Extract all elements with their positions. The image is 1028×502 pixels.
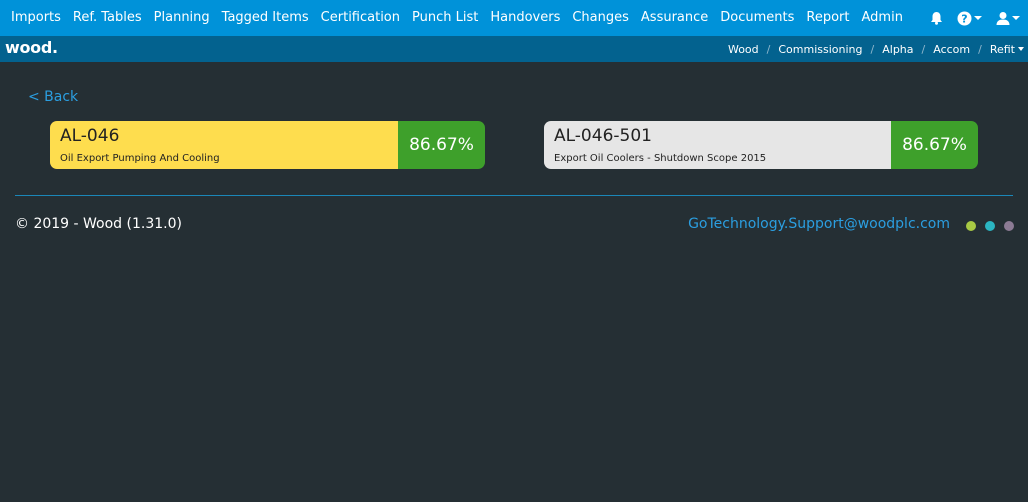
menu-item-planning[interactable]: Planning (148, 0, 216, 36)
status-dot-mauve (1004, 221, 1014, 231)
completion-percent: 86.67% (398, 121, 485, 169)
status-dot-green (966, 221, 976, 231)
card-description: Oil Export Pumping And Cooling (60, 153, 220, 164)
breadcrumb-wood[interactable]: Wood (728, 43, 759, 56)
wood-logo[interactable]: wood. (5, 38, 58, 57)
menu-item-admin[interactable]: Admin (856, 0, 909, 36)
user-menu-button[interactable] (996, 11, 1020, 25)
menu-item-certification[interactable]: Certification (315, 0, 406, 36)
breadcrumb-separator: / (921, 42, 926, 56)
breadcrumb-separator: / (870, 42, 875, 56)
breadcrumb-commissioning[interactable]: Commissioning (778, 43, 862, 56)
system-card[interactable]: AL-046 Oil Export Pumping And Cooling 86… (50, 121, 485, 169)
breadcrumb-refit: Refit (989, 42, 1015, 56)
top-right-icons: ? (930, 0, 1020, 36)
notifications-button[interactable] (930, 11, 943, 25)
chevron-down-icon (1018, 47, 1024, 51)
main-menu: Imports Ref. Tables Planning Tagged Item… (0, 0, 909, 36)
footer-divider (15, 195, 1013, 196)
top-navigation-bar: Imports Ref. Tables Planning Tagged Item… (0, 0, 1028, 36)
card-code: AL-046 (60, 126, 120, 146)
card-description: Export Oil Coolers - Shutdown Scope 2015 (554, 153, 767, 164)
subsystem-card[interactable]: AL-046-501 Export Oil Coolers - Shutdown… (544, 121, 978, 169)
menu-item-ref-tables[interactable]: Ref. Tables (67, 0, 148, 36)
bell-icon (931, 12, 942, 25)
menu-item-tagged-items[interactable]: Tagged Items (216, 0, 315, 36)
copyright-text: © 2019 - Wood (1.31.0) (15, 216, 182, 232)
status-dots (966, 221, 1014, 231)
menu-item-imports[interactable]: Imports (5, 0, 67, 36)
user-icon (996, 12, 1010, 25)
card-code: AL-046-501 (554, 126, 652, 146)
menu-item-assurance[interactable]: Assurance (635, 0, 714, 36)
breadcrumb-alpha[interactable]: Alpha (882, 43, 913, 56)
help-menu-button[interactable]: ? (957, 11, 982, 26)
support-email-link[interactable]: GoTechnology.Support@woodplc.com (688, 216, 950, 232)
breadcrumb-accom[interactable]: Accom (933, 43, 970, 56)
breadcrumb: Wood / Commissioning / Alpha / Accom / R… (728, 36, 1024, 62)
breadcrumb-separator: / (978, 42, 982, 56)
help-icon: ? (957, 11, 972, 25)
menu-item-report[interactable]: Report (800, 0, 855, 36)
chevron-down-icon (974, 16, 982, 20)
status-dot-teal (985, 221, 995, 231)
completion-percent: 86.67% (891, 121, 978, 169)
sub-navigation-bar: wood. Wood / Commissioning / Alpha / Acc… (0, 36, 1028, 62)
menu-item-documents[interactable]: Documents (714, 0, 800, 36)
chevron-down-icon (1012, 16, 1020, 20)
breadcrumb-separator: / (766, 42, 771, 56)
menu-item-handovers[interactable]: Handovers (484, 0, 566, 36)
card-info: AL-046-501 Export Oil Coolers - Shutdown… (544, 121, 891, 169)
menu-item-changes[interactable]: Changes (566, 0, 635, 36)
back-link[interactable]: < Back (28, 89, 78, 105)
breadcrumb-refit-dropdown[interactable]: Refit (990, 43, 1024, 56)
card-info: AL-046 Oil Export Pumping And Cooling (50, 121, 398, 169)
menu-item-punch-list[interactable]: Punch List (406, 0, 484, 36)
svg-text:?: ? (961, 12, 967, 25)
